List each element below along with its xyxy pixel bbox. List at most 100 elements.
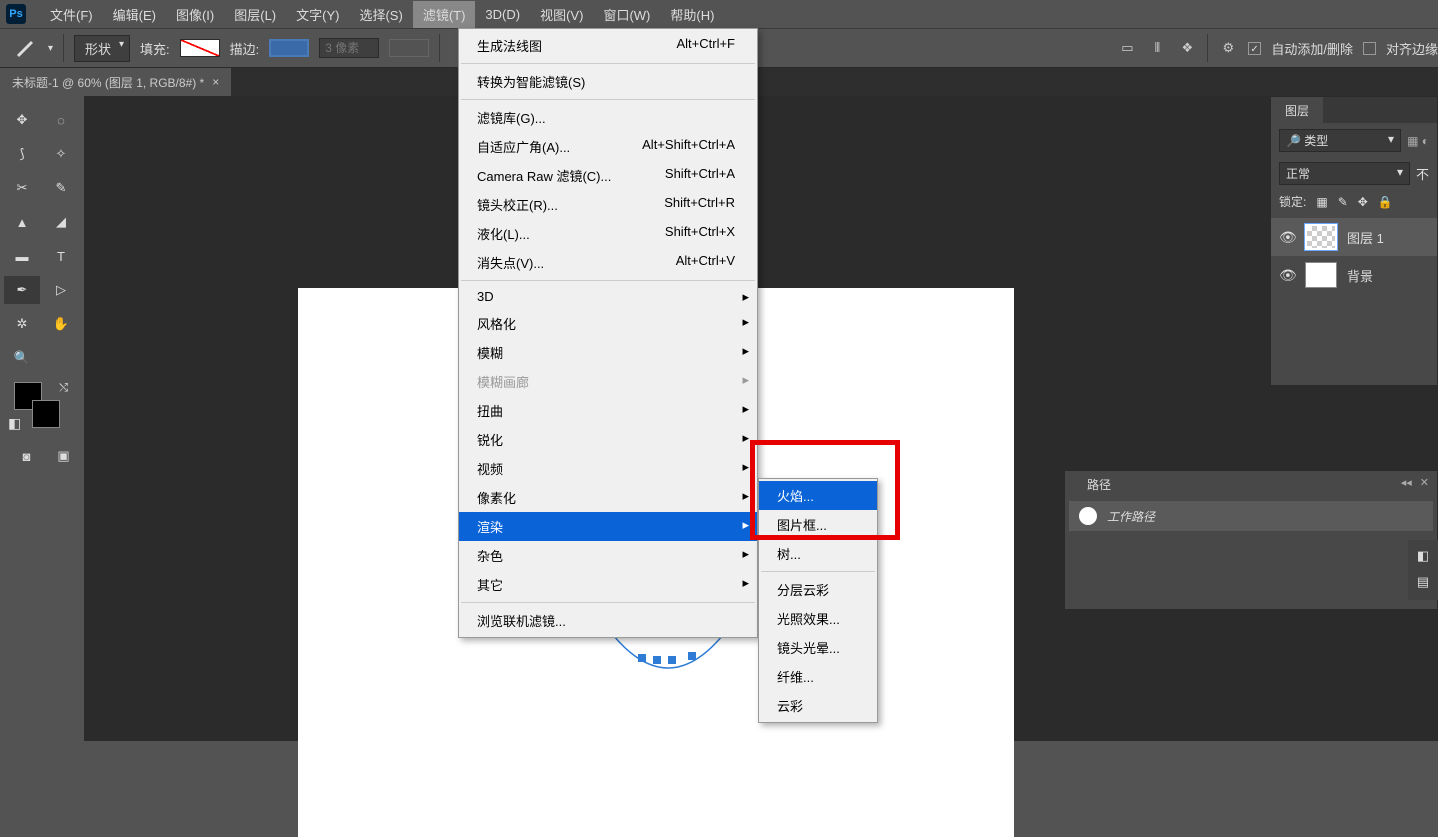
layer-thumbnail[interactable] xyxy=(1305,224,1337,250)
filter-other[interactable]: 其它 xyxy=(459,570,757,599)
visibility-icon[interactable]: 👁 xyxy=(1279,267,1295,284)
filter-gallery[interactable]: 滤镜库(G)... xyxy=(459,103,757,132)
filter-3d[interactable]: 3D xyxy=(459,284,757,309)
anchor-point[interactable] xyxy=(638,654,646,662)
menu-file[interactable]: 文件(F) xyxy=(40,1,103,28)
color-swatches[interactable]: ⤭ ◧ xyxy=(4,382,80,432)
menu-type[interactable]: 文字(Y) xyxy=(286,1,349,28)
filter-blur[interactable]: 模糊 xyxy=(459,338,757,367)
layer-name[interactable]: 图层 1 xyxy=(1347,228,1384,247)
render-fibers[interactable]: 纤维... xyxy=(759,662,877,691)
filter-browse[interactable]: 浏览联机滤镜... xyxy=(459,606,757,635)
path-ops-icon[interactable]: ▭ xyxy=(1117,38,1137,58)
crop-tool[interactable]: ✂ xyxy=(4,174,40,202)
fill-swatch[interactable] xyxy=(180,39,220,57)
close-panel-icon[interactable]: ✕ xyxy=(1420,476,1429,497)
blend-mode-dropdown[interactable]: 正常▾ xyxy=(1279,162,1410,185)
layer-row-bg[interactable]: 👁 背景 xyxy=(1271,256,1437,294)
visibility-icon[interactable]: 👁 xyxy=(1279,229,1295,246)
lasso-tool[interactable]: ⟆ xyxy=(4,140,40,168)
lock-brush-icon[interactable]: ✎ xyxy=(1338,195,1348,209)
filter-liquify[interactable]: 液化(L)...Shift+Ctrl+X xyxy=(459,219,757,248)
filter-icons[interactable]: ▦ ◐ xyxy=(1407,134,1429,148)
path-name[interactable]: 工作路径 xyxy=(1107,508,1155,525)
menu-window[interactable]: 窗口(W) xyxy=(593,1,660,28)
collapse-icon[interactable]: ◂◂ xyxy=(1401,476,1412,497)
auto-add-checkbox[interactable] xyxy=(1248,42,1261,55)
render-flame[interactable]: 火焰... xyxy=(759,481,877,510)
move-tool[interactable]: ✥ xyxy=(4,106,40,134)
hand-tool[interactable]: ✋ xyxy=(43,310,79,338)
path-select-tool[interactable]: ▷ xyxy=(43,276,79,304)
filter-stylize[interactable]: 风格化 xyxy=(459,309,757,338)
tool-mode-dropdown[interactable]: 形状 xyxy=(74,35,130,62)
render-frame[interactable]: 图片框... xyxy=(759,510,877,539)
filter-adaptive[interactable]: 自适应广角(A)...Alt+Shift+Ctrl+A xyxy=(459,132,757,161)
brush-tool[interactable]: ▲ xyxy=(4,208,40,236)
stroke-swatch[interactable] xyxy=(269,39,309,57)
gear-icon[interactable]: ⚙ xyxy=(1218,38,1238,58)
layers-tab[interactable]: 图层 xyxy=(1271,97,1323,123)
anchor-point[interactable] xyxy=(688,652,696,660)
filter-noise[interactable]: 杂色 xyxy=(459,541,757,570)
lock-all-icon[interactable]: 🔒 xyxy=(1378,195,1393,209)
path-row[interactable]: 工作路径 xyxy=(1069,501,1433,531)
swap-colors-icon[interactable]: ⤭ xyxy=(59,382,68,395)
render-tree[interactable]: 树... xyxy=(759,539,877,568)
anchor-point[interactable] xyxy=(668,656,676,664)
zoom-tool[interactable]: 🔍 xyxy=(4,344,40,372)
filter-sharpen[interactable]: 锐化 xyxy=(459,425,757,454)
paths-tab[interactable]: 路径 xyxy=(1073,471,1125,497)
clone-tool[interactable]: ◢ xyxy=(43,208,79,236)
dock-icon[interactable]: ▤ xyxy=(1417,574,1429,590)
menu-select[interactable]: 选择(S) xyxy=(349,1,412,28)
align-edges-checkbox[interactable] xyxy=(1363,42,1376,55)
render-lighting[interactable]: 光照效果... xyxy=(759,604,877,633)
eraser-tool[interactable]: ▬ xyxy=(4,242,40,270)
menu-filter[interactable]: 滤镜(T) xyxy=(413,1,476,28)
filter-distort[interactable]: 扭曲 xyxy=(459,396,757,425)
pen-tool[interactable]: ✒ xyxy=(4,276,40,304)
menu-image[interactable]: 图像(I) xyxy=(166,1,224,28)
filter-last[interactable]: 生成法线图Alt+Ctrl+F xyxy=(459,31,757,60)
anchor-point[interactable] xyxy=(653,656,661,664)
layer-thumbnail[interactable] xyxy=(1305,262,1337,288)
arrange-icon[interactable]: ❖ xyxy=(1177,38,1197,58)
dock-icon[interactable]: ◧ xyxy=(1417,548,1429,564)
filter-render[interactable]: 渲染 xyxy=(459,512,757,541)
menu-3d[interactable]: 3D(D) xyxy=(475,3,530,26)
menu-view[interactable]: 视图(V) xyxy=(530,1,593,28)
filter-video[interactable]: 视频 xyxy=(459,454,757,483)
screenmode-tool[interactable]: ▣ xyxy=(47,442,80,470)
marquee-tool[interactable]: ◌ xyxy=(43,106,79,134)
filter-smart[interactable]: 转换为智能滤镜(S) xyxy=(459,67,757,96)
stroke-width-input[interactable] xyxy=(319,38,379,58)
menu-help[interactable]: 帮助(H) xyxy=(660,1,724,28)
quickmask-tool[interactable]: ◙ xyxy=(10,442,43,470)
lock-pixels-icon[interactable]: ▦ xyxy=(1316,195,1327,209)
layer-name[interactable]: 背景 xyxy=(1347,266,1373,285)
filter-vanish[interactable]: 消失点(V)...Alt+Ctrl+V xyxy=(459,248,757,277)
background-color[interactable] xyxy=(32,400,60,428)
menu-layer[interactable]: 图层(L) xyxy=(224,1,286,28)
eyedropper-tool[interactable]: ✎ xyxy=(43,174,79,202)
close-tab-icon[interactable]: × xyxy=(212,75,219,89)
document-tab[interactable]: 未标题-1 @ 60% (图层 1, RGB/8#) * × xyxy=(0,68,231,96)
shape-tool[interactable]: ✲ xyxy=(4,310,40,338)
filter-lens[interactable]: 镜头校正(R)...Shift+Ctrl+R xyxy=(459,190,757,219)
render-clouds[interactable]: 云彩 xyxy=(759,691,877,720)
paths-panel: 路径 ◂◂ ✕ 工作路径 xyxy=(1064,470,1438,610)
filter-raw[interactable]: Camera Raw 滤镜(C)...Shift+Ctrl+A xyxy=(459,161,757,190)
filter-pixelate[interactable]: 像素化 xyxy=(459,483,757,512)
type-tool[interactable]: T xyxy=(43,242,79,270)
render-lensflare[interactable]: 镜头光晕... xyxy=(759,633,877,662)
magic-wand-tool[interactable]: ✧ xyxy=(43,140,79,168)
render-clouds-diff[interactable]: 分层云彩 xyxy=(759,575,877,604)
toolbox: ✥ ◌ ⟆ ✧ ✂ ✎ ▲ ◢ ▬ T ✒ ▷ ✲ ✋ 🔍 ⤭ ◧ ◙ ▣ xyxy=(0,96,84,480)
align-icon[interactable]: ⫴ xyxy=(1147,38,1167,58)
layer-row-1[interactable]: 👁 图层 1 xyxy=(1271,218,1437,256)
lock-move-icon[interactable]: ✥ xyxy=(1358,195,1368,209)
menu-edit[interactable]: 编辑(E) xyxy=(103,1,166,28)
layer-filter-dropdown[interactable]: 🔎 类型▾ xyxy=(1279,129,1401,152)
default-colors-icon[interactable]: ◧ xyxy=(8,415,21,432)
